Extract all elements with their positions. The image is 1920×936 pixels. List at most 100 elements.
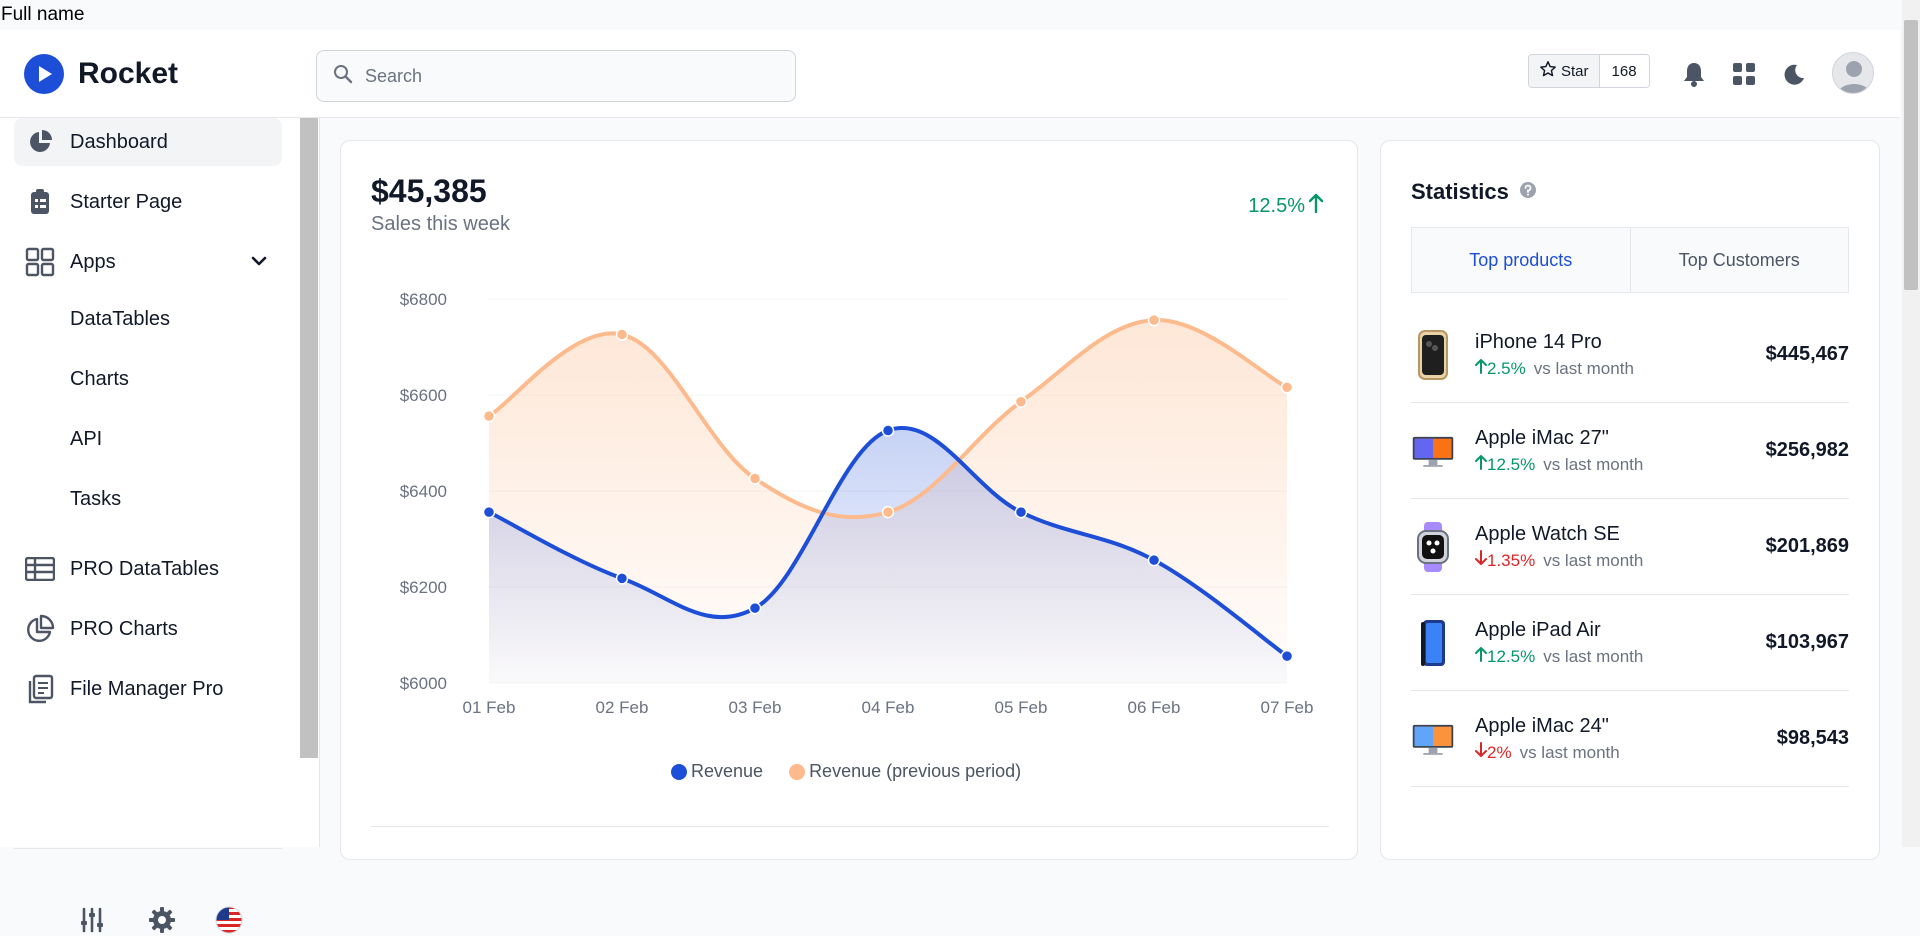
data-point-previous	[482, 409, 496, 423]
table-icon	[24, 553, 56, 585]
y-tick-label: $6400	[400, 482, 447, 501]
ipad-icon	[1411, 617, 1455, 669]
legend-item-previous[interactable]: Revenue (previous period)	[789, 761, 1021, 782]
data-point-previous	[1147, 313, 1161, 327]
x-tick-label: 03 Feb	[729, 698, 782, 717]
arrow-up-icon	[1308, 193, 1324, 219]
arrow-down-icon	[1475, 741, 1487, 762]
product-row[interactable]: Apple Watch SE 1.35% vs last month $201,869	[1411, 499, 1849, 595]
gear-icon[interactable]	[146, 904, 178, 936]
sidebar-item-dashboard[interactable]: Dashboard	[14, 118, 282, 166]
product-row[interactable]: iPhone 14 Pro 2.5% vs last month $445,467	[1411, 307, 1849, 403]
sidebar-item-label: Apps	[70, 250, 116, 273]
product-change-suffix: vs last month	[1533, 358, 1634, 378]
help-icon[interactable]	[1519, 179, 1537, 205]
product-price: $103,967	[1765, 631, 1849, 653]
apps-grid-icon[interactable]	[1730, 60, 1758, 88]
product-change: 2.5%	[1487, 358, 1526, 378]
product-change-suffix: vs last month	[1543, 550, 1644, 570]
star-count: 168	[1599, 55, 1649, 87]
product-price: $445,467	[1765, 343, 1849, 365]
sidebar-scrollbar[interactable]	[300, 118, 318, 758]
sales-chart: $6800 $6600 $6400 $6200 $6000 01 Feb 02 Feb 03 …	[400, 290, 1314, 717]
product-row[interactable]: Apple iPad Air 12.5% vs last month $103,967	[1411, 595, 1849, 691]
data-point-revenue	[1280, 649, 1294, 663]
data-point-revenue	[1014, 505, 1028, 519]
top-header: Rocket Star 168	[0, 30, 1900, 118]
rocket-logo-icon	[24, 54, 64, 94]
search-box[interactable]	[316, 50, 796, 102]
x-tick-label: 02 Feb	[596, 698, 649, 717]
sales-growth: 12.5%	[1248, 193, 1324, 219]
statistics-card: Statistics Top products Top Customers iP…	[1380, 140, 1880, 860]
product-price: $201,869	[1765, 535, 1849, 557]
imac-icon	[1411, 425, 1455, 477]
search-input[interactable]	[365, 65, 765, 87]
x-tick-label: 06 Feb	[1128, 698, 1181, 717]
sidebar-item-file-manager-pro[interactable]: File Manager Pro	[14, 665, 282, 713]
sidebar-subitem-api[interactable]: API	[70, 428, 102, 451]
tab-top-products[interactable]: Top products	[1412, 228, 1630, 292]
github-star-button[interactable]: Star 168	[1528, 54, 1650, 88]
brand-logo[interactable]: Rocket	[24, 54, 178, 94]
arrow-up-icon	[1475, 454, 1487, 474]
grid-icon	[24, 246, 56, 278]
data-point-previous	[615, 328, 629, 341]
search-icon	[333, 64, 353, 89]
product-change: 2%	[1487, 742, 1512, 762]
data-point-previous	[748, 472, 762, 485]
chart-pie-icon	[24, 613, 56, 645]
moon-icon[interactable]	[1780, 60, 1808, 88]
y-tick-label: $6200	[400, 578, 447, 597]
product-change: 1.35%	[1487, 550, 1536, 570]
star-icon	[1539, 60, 1557, 82]
sales-card: $45,385 Sales this week 12.5% $6800 $6600…	[340, 140, 1358, 860]
arrow-up-icon	[1475, 646, 1487, 666]
x-tick-label: 07 Feb	[1261, 698, 1314, 717]
sidebar-subitem-datatables[interactable]: DataTables	[70, 308, 170, 331]
sidebar-item-starter-page[interactable]: Starter Page	[14, 178, 282, 226]
brand-name: Rocket	[78, 57, 179, 90]
arrow-down-icon	[1475, 549, 1487, 570]
product-row[interactable]: Apple iMac 24" 2% vs last month $98,543	[1411, 691, 1849, 787]
y-tick-label: $6000	[400, 674, 447, 693]
sidebar-item-pro-datatables[interactable]: PRO DataTables	[14, 545, 282, 593]
full-name-label: Full name	[0, 0, 1900, 30]
sidebar: Dashboard Starter Page Apps DataTables C…	[0, 118, 320, 934]
product-name: Apple Watch SE	[1475, 522, 1620, 545]
legend-item-revenue[interactable]: Revenue	[671, 761, 763, 782]
product-price: $98,543	[1776, 727, 1849, 749]
sidebar-item-label: Dashboard	[70, 130, 168, 153]
watch-icon	[1411, 521, 1455, 573]
sidebar-item-label: Starter Page	[70, 190, 183, 213]
product-change: 12.5%	[1487, 454, 1536, 474]
sidebar-item-label: File Manager Pro	[70, 677, 224, 700]
sidebar-subitem-tasks[interactable]: Tasks	[70, 488, 121, 511]
chart-legend: Revenue Revenue (previous period)	[671, 761, 1021, 782]
product-change-suffix: vs last month	[1543, 454, 1644, 474]
product-row[interactable]: Apple iMac 27" 12.5% vs last month $256,982	[1411, 403, 1849, 499]
product-name: iPhone 14 Pro	[1475, 330, 1602, 353]
sales-subtitle: Sales this week	[371, 213, 510, 235]
statistics-title: Statistics	[1411, 179, 1537, 205]
sidebar-subitem-charts[interactable]: Charts	[70, 368, 129, 391]
x-tick-label: 05 Feb	[995, 698, 1048, 717]
sidebar-item-label: PRO DataTables	[70, 557, 219, 580]
user-avatar[interactable]	[1832, 52, 1874, 94]
chevron-down-icon	[250, 252, 268, 276]
tab-top-customers[interactable]: Top Customers	[1629, 228, 1849, 292]
bell-icon[interactable]	[1680, 60, 1708, 88]
data-point-previous	[1280, 381, 1294, 394]
data-point-revenue	[748, 601, 762, 615]
us-flag-icon[interactable]	[213, 904, 245, 936]
imac-icon	[1411, 713, 1455, 765]
sliders-icon[interactable]	[76, 904, 108, 936]
sidebar-item-pro-charts[interactable]: PRO Charts	[14, 605, 282, 653]
page-scrollbar-thumb[interactable]	[1904, 20, 1918, 290]
star-label: Star	[1561, 62, 1589, 80]
sidebar-item-apps[interactable]: Apps	[14, 238, 282, 286]
sidebar-divider	[14, 848, 282, 849]
data-point-revenue	[615, 572, 629, 585]
data-point-revenue	[1147, 553, 1161, 567]
statistics-tabs: Top products Top Customers	[1411, 227, 1849, 293]
